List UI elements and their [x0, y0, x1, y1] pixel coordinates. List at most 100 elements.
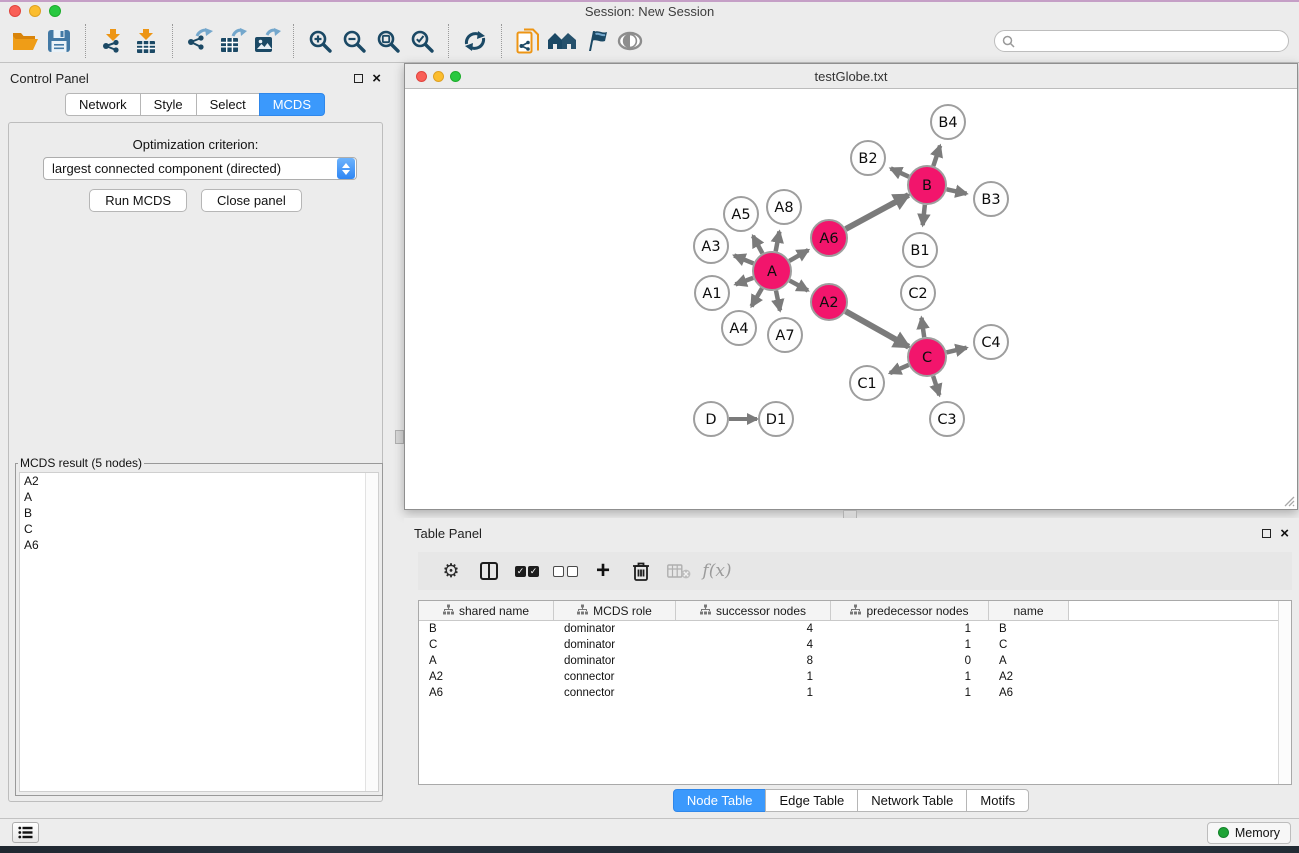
cell-successor-nodes[interactable]: 4	[676, 623, 831, 635]
mcds-result-item[interactable]: A	[20, 489, 378, 505]
cell-name[interactable]: A	[989, 655, 1069, 667]
graph-edge-A-A8[interactable]	[776, 232, 780, 252]
tab-style[interactable]: Style	[140, 93, 197, 116]
cell-successor-nodes[interactable]: 4	[676, 639, 831, 651]
search-input[interactable]	[1019, 34, 1288, 48]
graph-edge-A-A2[interactable]	[790, 281, 808, 291]
graph-edge-C-C4[interactable]	[946, 348, 966, 353]
cell-predecessor-nodes[interactable]: 1	[831, 671, 989, 683]
import-network-icon[interactable]	[95, 23, 129, 59]
tab-motifs[interactable]: Motifs	[966, 789, 1029, 812]
table-row[interactable]: Bdominator41B	[419, 621, 1291, 637]
graph-node-B2[interactable]: B2	[851, 141, 885, 175]
graph-edge-A-A5[interactable]	[753, 236, 763, 253]
graph-node-B3[interactable]: B3	[974, 182, 1008, 216]
tab-network[interactable]: Network	[65, 93, 141, 116]
export-network-icon[interactable]	[182, 23, 216, 59]
graph-node-A8[interactable]: A8	[767, 190, 801, 224]
open-session-icon[interactable]	[8, 23, 42, 59]
cell-name[interactable]: C	[989, 639, 1069, 651]
cell-MCDS-role[interactable]: connector	[554, 687, 676, 699]
mcds-result-item[interactable]: A6	[20, 537, 378, 553]
graph-edge-A6-B[interactable]	[846, 195, 909, 229]
float-table-panel-icon[interactable]	[1262, 529, 1271, 538]
float-panel-icon[interactable]	[354, 74, 363, 83]
graph-edge-A2-C[interactable]	[846, 311, 909, 346]
unselect-all-columns-icon[interactable]	[546, 556, 584, 586]
table-scrollbar[interactable]	[1278, 601, 1291, 784]
graph-node-A1[interactable]: A1	[695, 276, 729, 310]
table-row[interactable]: Cdominator41C	[419, 637, 1291, 653]
mcds-result-item[interactable]: B	[20, 505, 378, 521]
save-session-icon[interactable]	[42, 23, 76, 59]
graph-edge-A-A6[interactable]	[789, 250, 808, 261]
mcds-list-scrollbar[interactable]	[365, 473, 378, 791]
graph-edge-B-B1[interactable]	[923, 205, 925, 225]
resize-grip-icon[interactable]	[1281, 493, 1295, 507]
tab-mcds[interactable]: MCDS	[259, 93, 325, 116]
first-neighbors-icon[interactable]	[458, 23, 492, 59]
import-table-icon[interactable]	[129, 23, 163, 59]
cell-successor-nodes[interactable]: 1	[676, 687, 831, 699]
cell-predecessor-nodes[interactable]: 1	[831, 687, 989, 699]
cell-MCDS-role[interactable]: dominator	[554, 655, 676, 667]
graph-node-C[interactable]: C	[908, 338, 946, 376]
cell-MCDS-role[interactable]: dominator	[554, 623, 676, 635]
column-header-name[interactable]: name	[989, 601, 1069, 620]
export-table-icon[interactable]	[216, 23, 250, 59]
zoom-out-icon[interactable]	[337, 23, 371, 59]
table-row[interactable]: A2connector11A2	[419, 669, 1291, 685]
cell-shared-name[interactable]: C	[419, 639, 554, 651]
graph-node-D[interactable]: D	[694, 402, 728, 436]
column-header-shared-name[interactable]: shared name	[419, 601, 554, 620]
zoom-fit-icon[interactable]	[371, 23, 405, 59]
graph-node-A5[interactable]: A5	[724, 197, 758, 231]
network-window-titlebar[interactable]: testGlobe.txt	[405, 64, 1297, 89]
graph-node-A3[interactable]: A3	[694, 229, 728, 263]
cell-shared-name[interactable]: B	[419, 623, 554, 635]
mcds-result-item[interactable]: C	[20, 521, 378, 537]
tab-node-table[interactable]: Node Table	[673, 789, 767, 812]
graph-edge-B-B4[interactable]	[933, 146, 940, 166]
graph-node-B1[interactable]: B1	[903, 233, 937, 267]
cell-name[interactable]: A6	[989, 687, 1069, 699]
graph-node-A2[interactable]: A2	[811, 284, 847, 320]
home-icon[interactable]	[545, 23, 579, 59]
cell-name[interactable]: B	[989, 623, 1069, 635]
table-row[interactable]: A6connector11A6	[419, 685, 1291, 701]
graph-edge-A-A7[interactable]	[776, 291, 780, 311]
select-all-columns-icon[interactable]: ✓✓	[508, 556, 546, 586]
cell-predecessor-nodes[interactable]: 0	[831, 655, 989, 667]
graph-node-A4[interactable]: A4	[722, 311, 756, 345]
graph-node-A[interactable]: A	[753, 252, 791, 290]
cell-shared-name[interactable]: A6	[419, 687, 554, 699]
close-panel-icon[interactable]: ×	[372, 74, 381, 83]
graph-edge-C-C1[interactable]	[890, 365, 909, 373]
show-columns-icon[interactable]	[470, 556, 508, 586]
memory-button[interactable]: Memory	[1207, 822, 1291, 844]
mcds-result-item[interactable]: A2	[20, 473, 378, 489]
cell-shared-name[interactable]: A	[419, 655, 554, 667]
column-header-successor-nodes[interactable]: successor nodes	[676, 601, 831, 620]
network-canvas[interactable]: ABCA6A2A5A8A3A1A4A7B2B4B3B1C2C4C1C3DD1	[405, 89, 1297, 509]
run-mcds-button[interactable]: Run MCDS	[89, 189, 187, 212]
graph-edge-A-A1[interactable]	[735, 278, 753, 285]
eye-icon[interactable]	[613, 23, 647, 59]
column-header-MCDS-role[interactable]: MCDS role	[554, 601, 676, 620]
graph-edge-B-B3[interactable]	[947, 189, 967, 193]
graph-node-C2[interactable]: C2	[901, 276, 935, 310]
graph-node-B4[interactable]: B4	[931, 105, 965, 139]
tab-edge-table[interactable]: Edge Table	[765, 789, 858, 812]
hide-details-icon[interactable]	[579, 23, 613, 59]
clone-network-icon[interactable]	[511, 23, 545, 59]
cell-name[interactable]: A2	[989, 671, 1069, 683]
graph-node-C3[interactable]: C3	[930, 402, 964, 436]
cell-MCDS-role[interactable]: dominator	[554, 639, 676, 651]
close-table-panel-icon[interactable]: ×	[1280, 529, 1289, 538]
graph-edge-A-A3[interactable]	[734, 255, 753, 263]
graph-node-B[interactable]: B	[908, 166, 946, 204]
cell-MCDS-role[interactable]: connector	[554, 671, 676, 683]
column-header-predecessor-nodes[interactable]: predecessor nodes	[831, 601, 989, 620]
graph-node-A7[interactable]: A7	[768, 318, 802, 352]
export-image-icon[interactable]	[250, 23, 284, 59]
